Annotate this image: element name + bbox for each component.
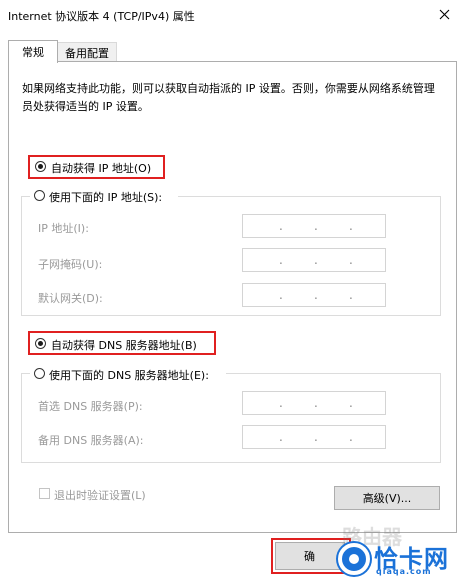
watermark-url: qiaqa.com: [376, 567, 432, 576]
advanced-button-label: 高级(V)...: [362, 492, 412, 505]
preferred-dns-field[interactable]: ...: [242, 391, 386, 415]
close-icon: [439, 9, 449, 19]
tab-alternate-config[interactable]: 备用配置: [57, 42, 117, 63]
dns-manual-label[interactable]: 使用下面的 DNS 服务器地址(E):: [49, 367, 209, 383]
ip-address-field[interactable]: ...: [242, 214, 386, 238]
tab-general-label: 常规: [22, 46, 44, 59]
validate-checkbox[interactable]: [39, 488, 50, 499]
window-title: Internet 协议版本 4 (TCP/IPv4) 属性: [8, 10, 195, 23]
ip-auto-radio[interactable]: [35, 161, 46, 172]
close-button[interactable]: [432, 4, 456, 24]
preferred-dns-label: 首选 DNS 服务器(P):: [38, 400, 143, 413]
dns-manual-group: [21, 373, 441, 463]
default-gateway-label: 默认网关(D):: [38, 292, 103, 305]
ip-address-label: IP 地址(I):: [38, 222, 89, 235]
subnet-mask-label: 子网掩码(U):: [38, 258, 103, 271]
tab-general[interactable]: 常规: [8, 40, 58, 63]
title-bar: Internet 协议版本 4 (TCP/IPv4) 属性: [0, 0, 463, 30]
alternate-dns-label: 备用 DNS 服务器(A):: [38, 434, 144, 447]
default-gateway-field[interactable]: ...: [242, 283, 386, 307]
tab-alternate-config-label: 备用配置: [65, 47, 109, 60]
ip-manual-radio[interactable]: [34, 190, 45, 201]
subnet-mask-field[interactable]: ...: [242, 248, 386, 272]
ip-manual-label[interactable]: 使用下面的 IP 地址(S):: [49, 189, 162, 205]
watermark-logo-icon: [338, 543, 370, 575]
dns-auto-label[interactable]: 自动获得 DNS 服务器地址(B): [51, 337, 197, 353]
description-text: 如果网络支持此功能，则可以获取自动指派的 IP 设置。否则，你需要从网络系统管理…: [22, 82, 435, 113]
validate-label[interactable]: 退出时验证设置(L): [54, 487, 146, 503]
ok-button-label: 确: [304, 550, 315, 563]
alternate-dns-field[interactable]: ...: [242, 425, 386, 449]
dns-manual-radio[interactable]: [34, 368, 45, 379]
dns-auto-radio[interactable]: [35, 338, 46, 349]
ip-auto-label[interactable]: 自动获得 IP 地址(O): [51, 160, 151, 176]
watermark: 路由器 恰卡网 qiaqa.com: [330, 525, 463, 579]
advanced-button[interactable]: 高级(V)...: [334, 486, 440, 510]
